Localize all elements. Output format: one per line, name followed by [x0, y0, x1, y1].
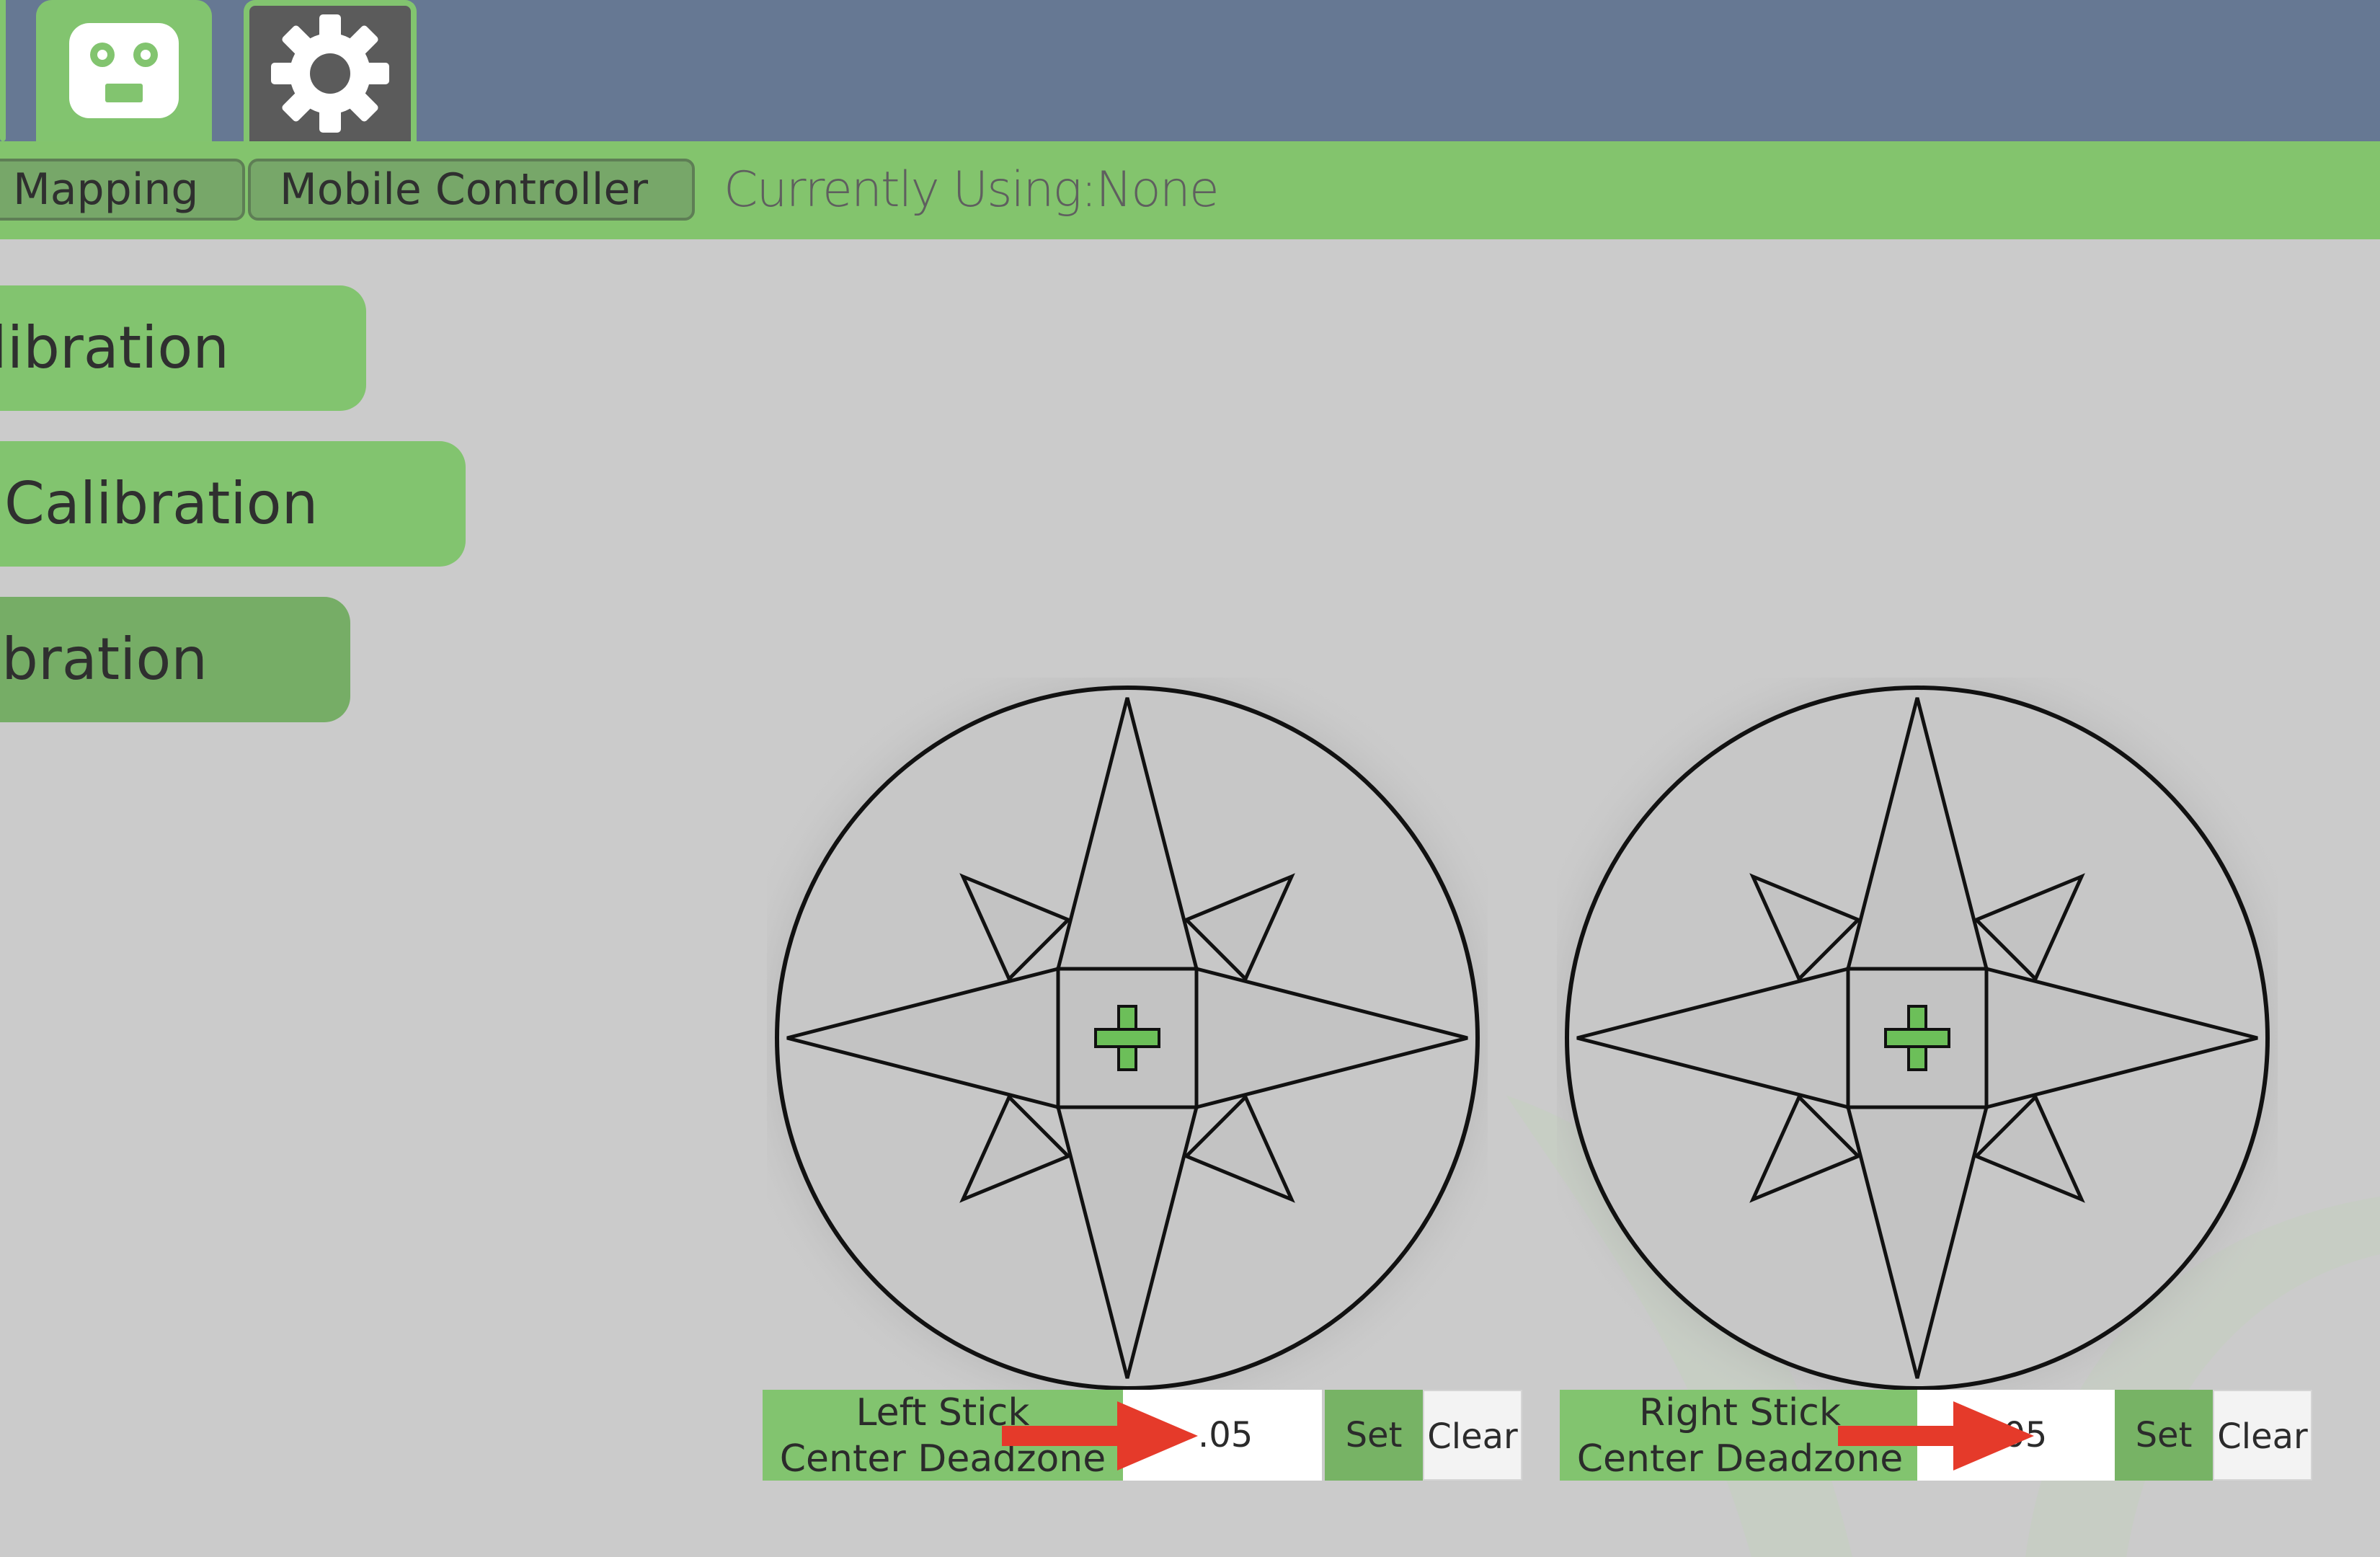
top-tab-partial[interactable] — [0, 0, 6, 141]
gear-icon — [271, 14, 389, 133]
right-deadzone-set-button[interactable]: Set — [2115, 1390, 2213, 1481]
sidebar-item-label: Calibration — [4, 470, 319, 537]
right-stick-calibration-dial[interactable] — [1557, 678, 2278, 1398]
sub-tab-bar: Mapping Mobile Controller Currently Usin… — [0, 141, 2380, 239]
top-tab-robot[interactable] — [36, 0, 212, 141]
right-deadzone-clear-button[interactable]: Clear — [2213, 1390, 2312, 1481]
tab-mobile-controller[interactable]: Mobile Controller — [248, 159, 695, 221]
top-bar — [0, 0, 2380, 141]
currently-using-status: Currently Using:None — [724, 161, 1220, 218]
robot-icon — [69, 23, 179, 118]
left-deadzone-set-button[interactable]: Set — [1325, 1390, 1423, 1481]
red-arrow-annotation-right — [1838, 1401, 2034, 1470]
top-tab-settings[interactable] — [244, 0, 417, 141]
sidebar-item-label: libration — [0, 314, 229, 381]
red-arrow-annotation-left — [1002, 1401, 1198, 1470]
sidebar-item-calibration-2[interactable]: Calibration — [0, 441, 466, 567]
left-deadzone-clear-button[interactable]: Clear — [1423, 1390, 1522, 1481]
sidebar-item-calibration-1[interactable]: libration — [0, 285, 366, 411]
sidebar-item-label: libration — [0, 626, 208, 693]
left-stick-calibration-dial[interactable] — [767, 678, 1488, 1398]
sidebar-item-calibration-3[interactable]: libration — [0, 597, 350, 722]
tab-mapping[interactable]: Mapping — [0, 159, 245, 221]
